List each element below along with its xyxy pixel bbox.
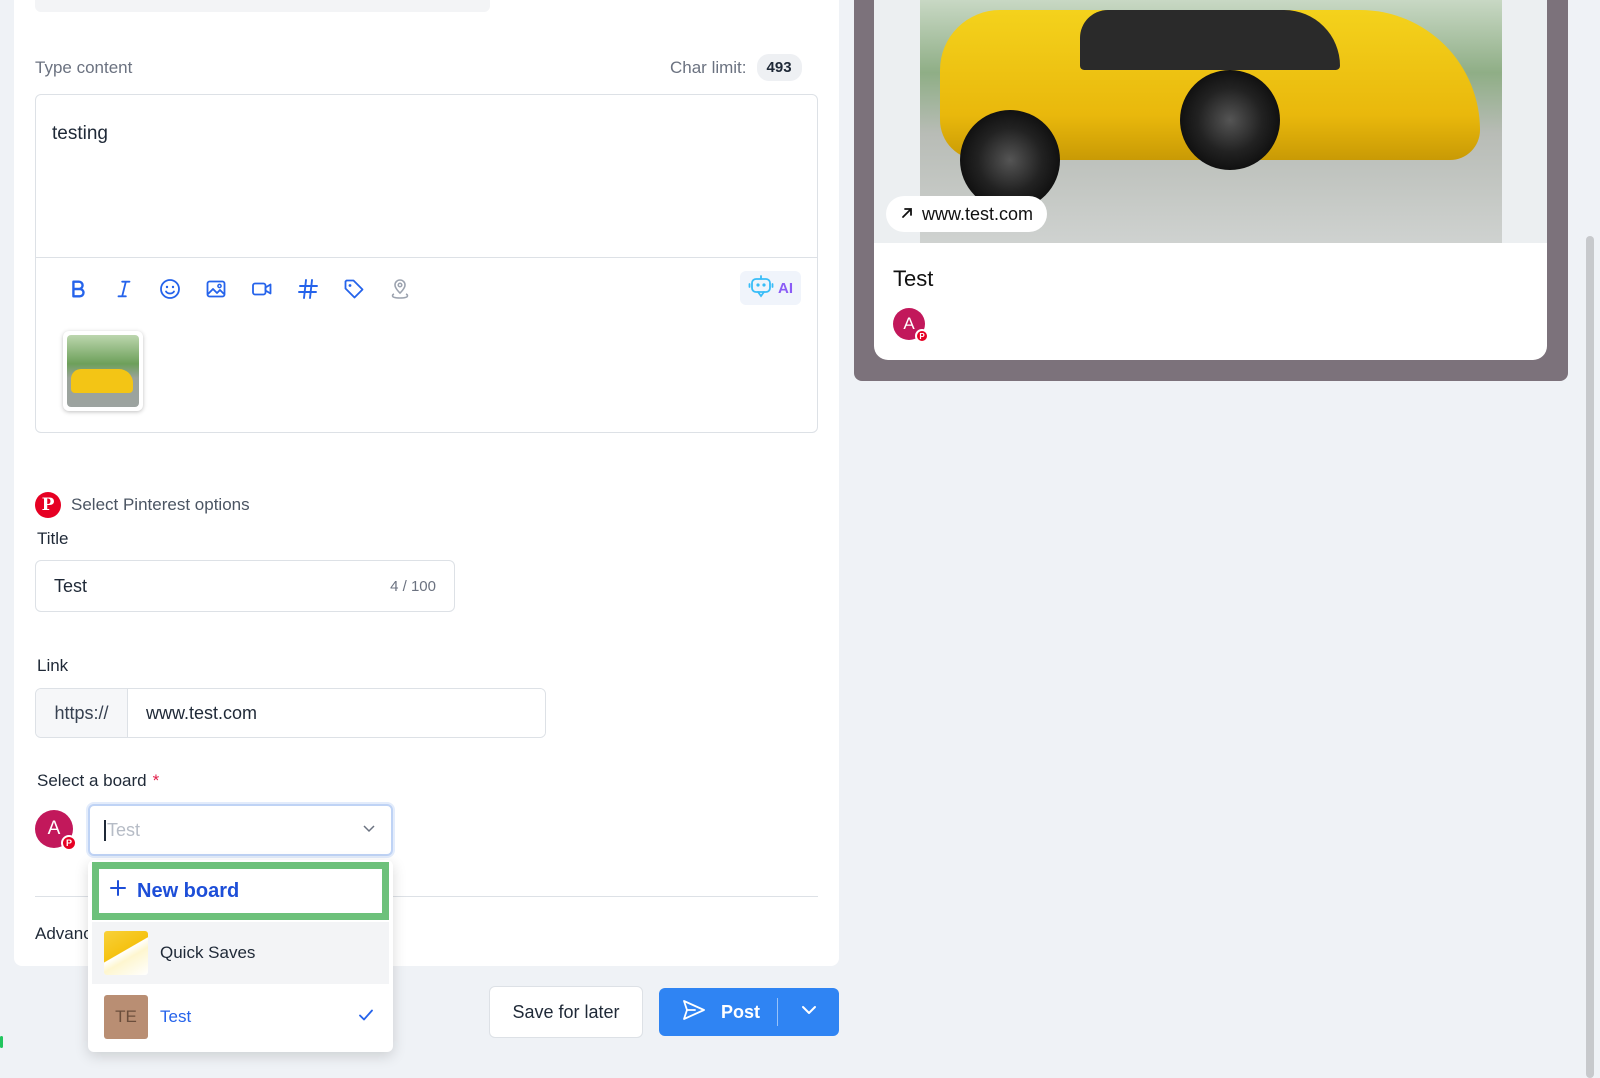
- preview-url: www.test.com: [922, 203, 1034, 224]
- external-link-icon: [900, 204, 914, 225]
- ai-assist-button[interactable]: AI: [740, 271, 801, 305]
- chevron-down-icon[interactable]: [361, 820, 377, 841]
- tag-icon[interactable]: [340, 275, 368, 303]
- hashtag-icon[interactable]: [294, 275, 322, 303]
- board-option-test[interactable]: TE Test: [92, 986, 389, 1048]
- title-input[interactable]: Test 4 / 100: [35, 560, 455, 612]
- quick-saves-thumb: [104, 931, 148, 975]
- board-dropdown: New board Quick Saves TE Test: [88, 860, 393, 1052]
- pin-preview-image-area: www.test.com: [874, 0, 1547, 243]
- pin-preview-card: www.test.com Test A P: [874, 0, 1547, 360]
- pinterest-options-label: Select Pinterest options: [71, 495, 250, 514]
- pinterest-options-header: P Select Pinterest options: [35, 492, 250, 518]
- chevron-down-icon: [799, 1000, 819, 1025]
- save-for-later-button[interactable]: Save for later: [489, 986, 643, 1038]
- board-label-text: Select a board: [37, 771, 147, 790]
- previous-field-stub: [35, 0, 490, 12]
- title-value: Test: [54, 575, 88, 596]
- post-label: Post: [721, 1001, 761, 1022]
- robot-icon: [748, 274, 774, 303]
- post-button-group: Post: [659, 988, 839, 1036]
- char-limit: Char limit: 493: [670, 54, 802, 81]
- board-initials-thumb: TE: [104, 995, 148, 1039]
- video-icon[interactable]: [248, 275, 276, 303]
- preview-title: Test: [893, 266, 934, 291]
- content-text[interactable]: testing: [52, 123, 108, 145]
- new-board-label: New board: [137, 879, 240, 902]
- board-select[interactable]: Test: [88, 804, 393, 856]
- content-label: Type content: [35, 58, 133, 77]
- edge-indicator: [0, 1036, 3, 1048]
- board-option-label: Quick Saves: [160, 943, 256, 962]
- bold-icon[interactable]: [64, 275, 92, 303]
- editor-divider: [36, 257, 817, 258]
- title-label: Title: [37, 529, 69, 548]
- board-option-quick-saves[interactable]: Quick Saves: [92, 922, 389, 984]
- required-marker: *: [152, 771, 160, 790]
- preview-account-initial: A: [903, 314, 915, 333]
- link-input-group: https:// www.test.com: [35, 688, 546, 738]
- board-option-label: Test: [160, 1007, 192, 1026]
- check-icon: [357, 1006, 375, 1029]
- pinterest-logo-icon: P: [35, 492, 61, 518]
- send-icon: [681, 998, 707, 1027]
- italic-icon[interactable]: [110, 275, 138, 303]
- board-label: Select a board *: [37, 771, 159, 791]
- char-limit-label: Char limit:: [670, 57, 747, 77]
- link-prefix: https://: [36, 689, 128, 737]
- preview-avatar: A P: [893, 308, 929, 343]
- advanced-settings-toggle[interactable]: Advanced: [35, 924, 95, 944]
- board-select-input[interactable]: Test: [104, 819, 140, 841]
- editor-toolbar: [64, 275, 414, 303]
- attached-image-thumbnail[interactable]: [63, 331, 143, 411]
- plus-icon: [109, 879, 127, 903]
- char-limit-badge: 493: [756, 54, 802, 81]
- post-options-dropdown[interactable]: [778, 1000, 839, 1025]
- link-label: Link: [37, 656, 69, 675]
- content-editor[interactable]: testing AI: [35, 94, 818, 433]
- preview-url-pill[interactable]: www.test.com: [886, 196, 1048, 232]
- image-icon[interactable]: [202, 275, 230, 303]
- pinterest-badge-icon: P: [61, 835, 77, 851]
- ai-label: AI: [778, 279, 793, 297]
- post-button[interactable]: Post: [659, 998, 777, 1027]
- location-icon[interactable]: [386, 275, 414, 303]
- car-image: [67, 335, 139, 407]
- link-input[interactable]: www.test.com: [128, 689, 545, 737]
- page-scrollbar[interactable]: [1586, 236, 1594, 1078]
- new-board-button[interactable]: New board: [92, 862, 389, 920]
- title-counter: 4 / 100: [390, 577, 436, 595]
- emoji-icon[interactable]: [156, 275, 184, 303]
- account-initial: A: [47, 818, 61, 839]
- account-avatar: A P: [35, 810, 77, 851]
- pinterest-badge-icon: P: [915, 329, 929, 343]
